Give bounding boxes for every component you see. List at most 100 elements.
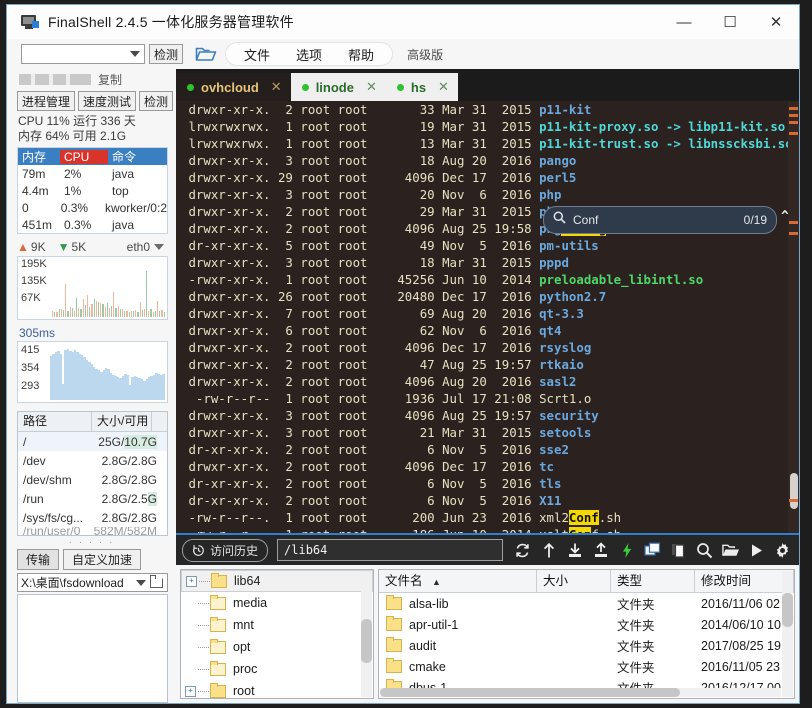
process-header-mem[interactable]: 内存 bbox=[18, 148, 60, 165]
open-folder-icon[interactable] bbox=[722, 542, 739, 559]
disk-header-size[interactable]: 大小/可用 bbox=[92, 412, 152, 431]
server-select[interactable] bbox=[21, 44, 145, 64]
download-icon[interactable] bbox=[566, 542, 583, 559]
process-mem: 79m bbox=[22, 166, 46, 181]
sidebar-detect-button[interactable]: 检测 bbox=[139, 91, 173, 111]
table-row[interactable]: 79m 2% java bbox=[18, 165, 167, 182]
search-icon[interactable] bbox=[696, 542, 713, 559]
process-cpu: 0.3% bbox=[60, 200, 89, 215]
search-input[interactable]: Conf bbox=[573, 212, 598, 229]
local-path-select[interactable]: X:\桌面\fsdownload bbox=[17, 573, 168, 592]
process-mem: 451m bbox=[22, 217, 53, 232]
access-history-button[interactable]: 访问历史 bbox=[182, 538, 269, 562]
table-row[interactable]: /dev/shm 2.8G/2.8G bbox=[18, 470, 167, 489]
close-icon[interactable]: ✕ bbox=[366, 79, 377, 95]
tree-connector bbox=[198, 602, 209, 604]
process-header-cmd[interactable]: 命令 bbox=[108, 148, 167, 165]
lightning-icon[interactable] bbox=[618, 542, 635, 559]
terminal-line: dr-xr-xr-x. 2 root root 6 Nov 5 2016 X11 bbox=[181, 493, 562, 508]
local-transfer-list[interactable] bbox=[17, 594, 168, 703]
disk-table: 路径 大小/可用 / 25G/10.7G /dev 2.8G/2.8G /dev… bbox=[17, 411, 168, 536]
table-row[interactable]: 4.4m 1% top bbox=[18, 182, 167, 199]
menu-item-help[interactable]: 帮助 bbox=[335, 45, 387, 64]
expand-icon[interactable]: + bbox=[186, 575, 197, 587]
refresh-icon[interactable] bbox=[514, 542, 531, 559]
speed-test-button[interactable]: 速度测试 bbox=[78, 91, 136, 111]
resize-grip[interactable]: · · · · · bbox=[7, 537, 176, 548]
table-row[interactable]: apr-util-1 文件夹 2014/06/10 10 bbox=[379, 614, 794, 635]
tree-node-opt[interactable]: +opt bbox=[181, 636, 373, 658]
status-dot-icon bbox=[396, 83, 404, 91]
file-list-hscrollbar[interactable] bbox=[380, 688, 781, 697]
menu-item-file[interactable]: 文件 bbox=[231, 45, 283, 64]
file-name: alsa-lib bbox=[409, 596, 449, 611]
open-folder-icon[interactable] bbox=[149, 574, 163, 588]
gear-icon[interactable] bbox=[774, 542, 791, 559]
open-folder-icon[interactable] bbox=[195, 45, 217, 63]
copy-file-icon[interactable] bbox=[670, 542, 687, 559]
file-name-cell: cmake bbox=[379, 658, 537, 674]
upload-parent-icon[interactable] bbox=[540, 542, 557, 559]
tab-linode[interactable]: linode ✕ bbox=[290, 73, 386, 101]
process-header-cpu[interactable]: CPU bbox=[60, 149, 108, 164]
file-modified: 2016/11/05 23 bbox=[701, 659, 781, 674]
search-icon bbox=[553, 211, 566, 229]
tab-ovhcloud[interactable]: ovhcloud ✕ bbox=[176, 73, 291, 101]
table-row[interactable]: alsa-lib 文件夹 2016/11/06 02 bbox=[379, 593, 794, 614]
tab-hs[interactable]: hs ✕ bbox=[385, 73, 458, 101]
terminal-scrollbar[interactable] bbox=[788, 101, 799, 533]
right-panel: ovhcloud ✕ linode ✕ hs ✕ drwxr-xr-x. 2 r… bbox=[176, 69, 799, 703]
tree-scrollbar[interactable] bbox=[361, 571, 372, 697]
tree-node-media[interactable]: +media bbox=[181, 592, 373, 614]
disk-size: 582M/582M bbox=[93, 527, 157, 535]
file-header-size[interactable]: 大小 bbox=[537, 570, 611, 592]
remote-path-input[interactable]: /lib64 bbox=[277, 539, 503, 561]
terminal-line: drwxr-xr-x. 2 root root 4096 Dec 17 2016… bbox=[181, 459, 554, 474]
table-row[interactable]: cmake 文件夹 2016/11/05 23 bbox=[379, 656, 794, 677]
menu-item-options[interactable]: 选项 bbox=[283, 45, 335, 64]
detect-button[interactable]: 检测 bbox=[149, 44, 184, 64]
close-icon[interactable]: ✕ bbox=[271, 79, 282, 95]
tree-node-root[interactable]: + root bbox=[181, 680, 373, 698]
close-button[interactable]: ✕ bbox=[753, 5, 799, 39]
table-row[interactable]: /run/user/0 582M/582M bbox=[18, 527, 167, 535]
copy-folder-icon[interactable] bbox=[644, 542, 661, 559]
tree-node-mnt[interactable]: +mnt bbox=[181, 614, 373, 636]
table-row[interactable]: / 25G/10.7G bbox=[18, 432, 167, 451]
minimize-button[interactable]: — bbox=[661, 5, 707, 39]
play-icon[interactable] bbox=[748, 542, 765, 559]
close-icon[interactable]: ✕ bbox=[438, 79, 449, 95]
file-header-type[interactable]: 类型 bbox=[611, 570, 695, 592]
tree-node-lib64[interactable]: + lib64 bbox=[181, 570, 373, 592]
file-list-scrollbar[interactable] bbox=[782, 571, 793, 697]
terminal-line: lrwxrwxrwx. 1 root root 13 Mar 31 2015 p… bbox=[181, 136, 793, 151]
table-row[interactable]: audit 文件夹 2017/08/25 19 bbox=[379, 635, 794, 656]
tab-transfer[interactable]: 传输 bbox=[17, 549, 60, 570]
expand-icon[interactable]: + bbox=[185, 685, 196, 697]
terminal-line: drwxr-xr-x. 2 root root 4096 Dec 17 2016… bbox=[181, 340, 592, 355]
file-header-modified[interactable]: 修改时间 bbox=[695, 570, 794, 592]
tab-custom-accelerate[interactable]: 自定义加速 bbox=[63, 549, 142, 570]
advanced-version-link[interactable]: 高级版 bbox=[407, 46, 443, 63]
process-manager-button[interactable]: 进程管理 bbox=[17, 91, 75, 111]
directory-tree[interactable]: + lib64 +media+mnt+opt+proc + root bbox=[180, 569, 374, 699]
interface-select[interactable]: eth0 bbox=[127, 240, 164, 254]
disk-header-path[interactable]: 路径 bbox=[18, 412, 92, 431]
terminal-line: dr-xr-xr-x. 5 root root 49 Nov 5 2016 pm… bbox=[181, 238, 599, 253]
main-toolbar: 检测 文件 选项 帮助 高级版 bbox=[7, 39, 799, 69]
window-controls: — ☐ ✕ bbox=[661, 5, 799, 39]
upload-icon[interactable] bbox=[592, 541, 609, 559]
tree-node-proc[interactable]: +proc bbox=[181, 658, 373, 680]
table-row[interactable]: /sys/fs/cg... 2.8G/2.8G bbox=[18, 508, 167, 527]
terminal[interactable]: drwxr-xr-x. 2 root root 33 Mar 31 2015 p… bbox=[176, 101, 799, 533]
table-row[interactable]: 451m 0.3% java bbox=[18, 216, 167, 233]
terminal-search-box[interactable]: Conf 0/19 bbox=[543, 206, 777, 234]
terminal-line: drwxr-xr-x. 3 root root 18 Aug 20 2016 p… bbox=[181, 153, 577, 168]
maximize-button[interactable]: ☐ bbox=[707, 5, 753, 39]
file-header-name[interactable]: 文件名 ▲ bbox=[379, 570, 537, 592]
table-row[interactable]: /dev 2.8G/2.8G bbox=[18, 451, 167, 470]
table-row[interactable]: /run 2.8G/2.5G bbox=[18, 489, 167, 508]
file-list[interactable]: 文件名 ▲ 大小 类型 修改时间 alsa-lib 文件夹 2016/11/06 0… bbox=[378, 569, 795, 699]
copy-ip-button[interactable]: 复制 bbox=[98, 71, 122, 88]
table-row[interactable]: 0 0.3% kworker/0:2 bbox=[18, 199, 167, 216]
